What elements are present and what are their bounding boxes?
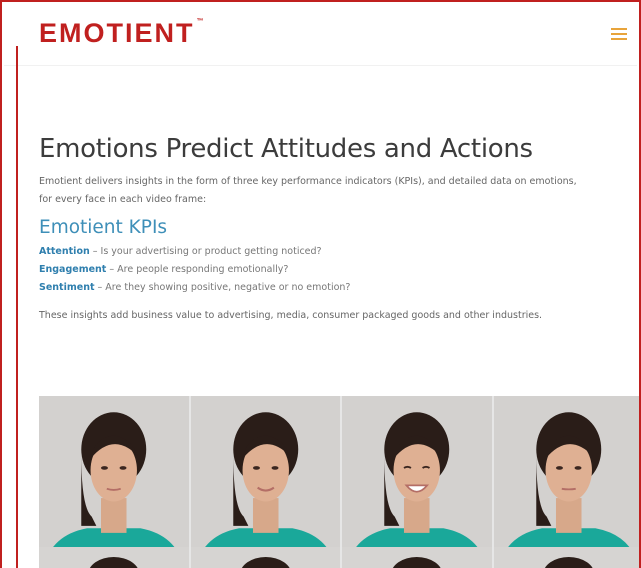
kpi-description: – Are they showing positive, negative or… (94, 282, 351, 293)
face-photo-4 (493, 396, 639, 568)
emotient-logo[interactable]: EMOTIENT ™ (39, 18, 204, 49)
face-gallery-row-2 (39, 547, 639, 568)
kpi-list: Attention – Is your advertising or produ… (39, 243, 639, 297)
main-content: Emotions Predict Attitudes and Actions E… (39, 134, 639, 321)
logo-text: EMOTIENT (39, 18, 195, 48)
kpi-description: – Are people responding emotionally? (106, 264, 289, 275)
face-photo-7 (342, 547, 492, 568)
kpi-term: Sentiment (39, 282, 95, 293)
face-photo-5 (39, 547, 189, 568)
kpi-item-attention: Attention – Is your advertising or produ… (39, 243, 639, 261)
site-header: EMOTIENT ™ (4, 4, 637, 66)
face-photo-2 (190, 396, 340, 568)
intro-line-2: for every face in each video frame: (39, 194, 207, 205)
kpi-term: Attention (39, 246, 90, 257)
page-frame: EMOTIENT ™ Emotions Predict Attitudes and… (0, 0, 641, 568)
intro-line-1: Emotient delivers insights in the form o… (39, 176, 577, 187)
intro-paragraph: Emotient delivers insights in the form o… (39, 173, 639, 209)
kpi-item-sentiment: Sentiment – Are they showing positive, n… (39, 279, 639, 297)
hamburger-menu-icon[interactable] (611, 28, 627, 42)
face-photo-6 (190, 547, 340, 568)
face-photo-3 (342, 396, 492, 568)
face-photo-8 (493, 547, 639, 568)
kpi-heading: Emotient KPIs (39, 217, 168, 238)
face-photo-1 (39, 396, 189, 568)
logo-trademark: ™ (196, 18, 204, 25)
page-title: Emotions Predict Attitudes and Actions (39, 134, 533, 164)
frame-left-border (16, 46, 18, 568)
kpi-description: – Is your advertising or product getting… (89, 246, 322, 257)
kpi-item-engagement: Engagement – Are people responding emoti… (39, 261, 639, 279)
kpi-term: Engagement (39, 264, 107, 275)
face-gallery (39, 396, 639, 568)
closing-paragraph: These insights add business value to adv… (39, 310, 543, 321)
